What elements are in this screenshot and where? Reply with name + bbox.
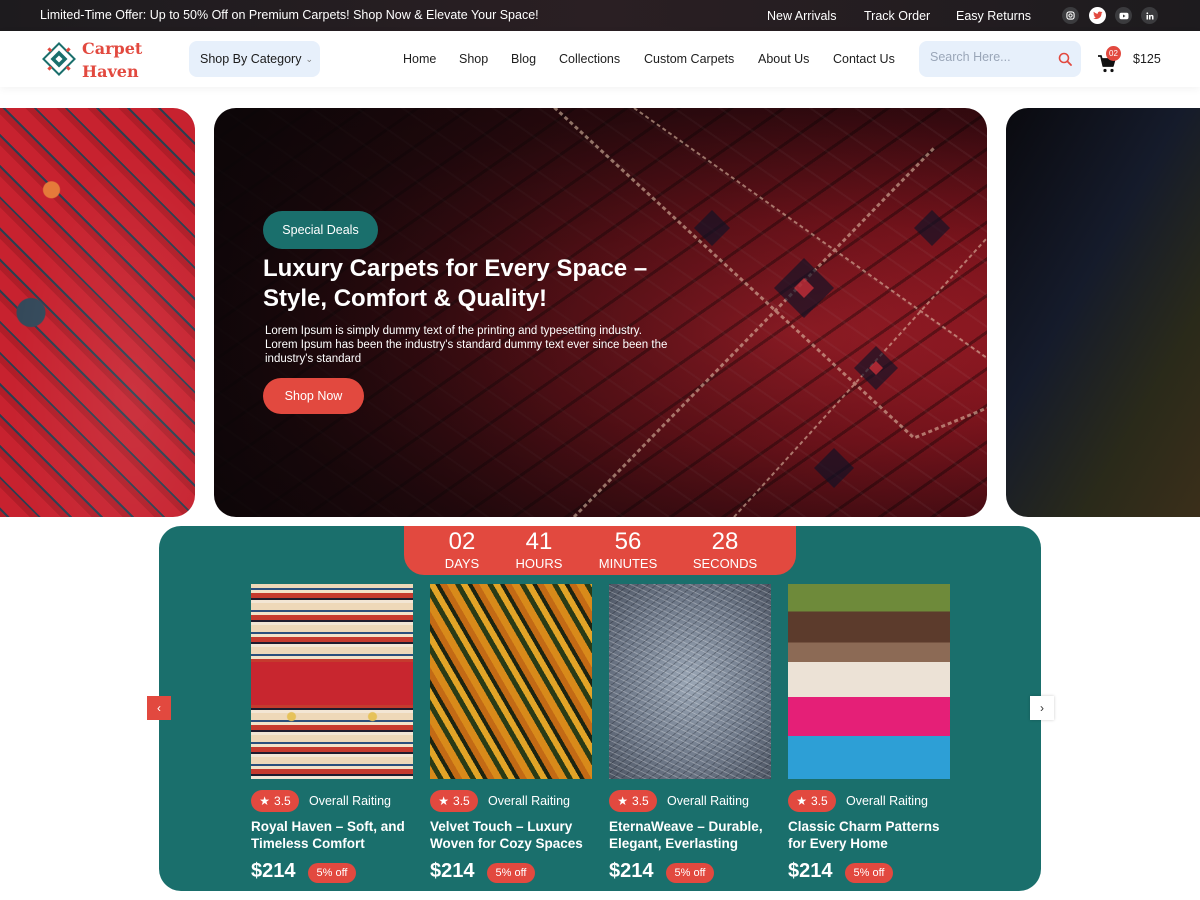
star-icon: ★ [617,794,629,808]
hero-description: Lorem Ipsum is simply dummy text of the … [265,325,668,365]
easy-returns-link[interactable]: Easy Returns [956,9,1031,23]
nav-custom-carpets[interactable]: Custom Carpets [644,52,734,66]
category-button-label: Shop By Category [200,52,302,66]
product-title[interactable]: Classic Charm Patterns for Every Home [788,818,958,852]
discount-badge: 5% off [845,863,893,883]
shop-now-button[interactable]: Shop Now [263,378,364,414]
chevron-left-icon: ‹ [157,701,161,715]
nav-contact-us[interactable]: Contact Us [833,52,895,66]
cart-count-badge: 02 [1106,46,1121,61]
countdown-minutes: 56 MINUTES [594,526,662,570]
rating-value: 3.5 [453,794,470,808]
countdown-label: SECONDS [692,556,758,571]
hero-slide-active: Special Deals Luxury Carpets for Every S… [214,108,987,517]
product-card[interactable]: ★ 3.5 Overall Raiting Classic Charm Patt… [788,584,950,883]
top-announcement-bar: Limited-Time Offer: Up to 50% Off on Pre… [0,0,1200,31]
logo-wordmark[interactable]: Carpet Haven [82,37,142,83]
search-icon[interactable] [1058,52,1072,66]
countdown-value: 02 [448,528,476,555]
logo-line-1: Carpet [82,39,143,58]
star-icon: ★ [796,794,808,808]
rating-badge: ★ 3.5 [788,790,836,812]
product-image[interactable] [430,584,592,779]
countdown-value: 28 [711,528,739,555]
offer-text: Limited-Time Offer: Up to 50% Off on Pre… [40,8,539,22]
countdown-label: HOURS [515,556,563,571]
countdown-label: MINUTES [598,556,658,571]
product-price: $214 [788,860,833,882]
product-card[interactable]: ★ 3.5 Overall Raiting Velvet Touch – Lux… [430,584,592,883]
rating-label: Overall Raiting [846,794,928,808]
product-title[interactable]: Royal Haven – Soft, and Timeless Comfort [251,818,421,852]
carousel-prev-button[interactable]: ‹ [147,696,171,720]
discount-badge: 5% off [666,863,714,883]
rating-value: 3.5 [274,794,291,808]
countdown-value: 41 [525,528,553,555]
hero-slide-next[interactable] [1006,108,1200,517]
countdown-days: 02 DAYS [434,526,490,570]
carousel-next-button[interactable]: › [1030,696,1054,720]
product-image[interactable] [251,584,413,779]
hero-title: Luxury Carpets for Every Space – Style, … [263,255,648,312]
nav-collections[interactable]: Collections [559,52,620,66]
countdown-timer: 02 DAYS 41 HOURS 56 MINUTES 28 SECONDS [404,526,796,575]
discount-badge: 5% off [487,863,535,883]
product-title[interactable]: Velvet Touch – Luxury Woven for Cozy Spa… [430,818,600,852]
logo-icon[interactable] [40,40,78,78]
discount-badge: 5% off [308,863,356,883]
countdown-hours: 41 HOURS [508,526,570,570]
countdown-label: DAYS [444,556,480,571]
rating-value: 3.5 [632,794,649,808]
rating-label: Overall Raiting [667,794,749,808]
countdown-seconds: 28 SECONDS [689,526,761,570]
twitter-icon[interactable] [1089,7,1106,24]
chevron-right-icon: › [1040,701,1044,715]
rating-badge: ★ 3.5 [609,790,657,812]
product-price: $214 [609,860,654,882]
product-image[interactable] [609,584,771,779]
rating-badge: ★ 3.5 [430,790,478,812]
countdown-value: 56 [614,528,642,555]
shop-by-category-button[interactable]: Shop By Category ⌄ [189,41,320,77]
product-card[interactable]: ★ 3.5 Overall Raiting EternaWeave – Dura… [609,584,771,883]
rating-label: Overall Raiting [488,794,570,808]
product-price: $214 [251,860,296,882]
nav-shop[interactable]: Shop [459,52,488,66]
cart-total[interactable]: $125 [1133,52,1161,66]
main-header: Carpet Haven Shop By Category ⌄ Home Sho… [0,31,1200,87]
youtube-icon[interactable] [1115,7,1132,24]
new-arrivals-link[interactable]: New Arrivals [767,9,836,23]
hero-slide-previous[interactable] [0,108,195,517]
linkedin-icon[interactable] [1141,7,1158,24]
search-box [919,41,1081,77]
rating-value: 3.5 [811,794,828,808]
star-icon: ★ [259,794,271,808]
nav-about-us[interactable]: About Us [758,52,809,66]
rating-badge: ★ 3.5 [251,790,299,812]
special-deals-badge: Special Deals [263,211,378,249]
rating-label: Overall Raiting [309,794,391,808]
search-input[interactable] [930,50,1050,64]
product-price: $214 [430,860,475,882]
chevron-down-icon: ⌄ [305,53,313,64]
star-icon: ★ [438,794,450,808]
instagram-icon[interactable] [1062,7,1079,24]
nav-blog[interactable]: Blog [511,52,536,66]
track-order-link[interactable]: Track Order [864,9,930,23]
product-card[interactable]: ★ 3.5 Overall Raiting Royal Haven – Soft… [251,584,413,883]
nav-home[interactable]: Home [403,52,436,66]
product-image[interactable] [788,584,950,779]
logo-line-2: Haven [82,62,139,81]
product-title[interactable]: EternaWeave – Durable, Elegant, Everlast… [609,818,779,852]
